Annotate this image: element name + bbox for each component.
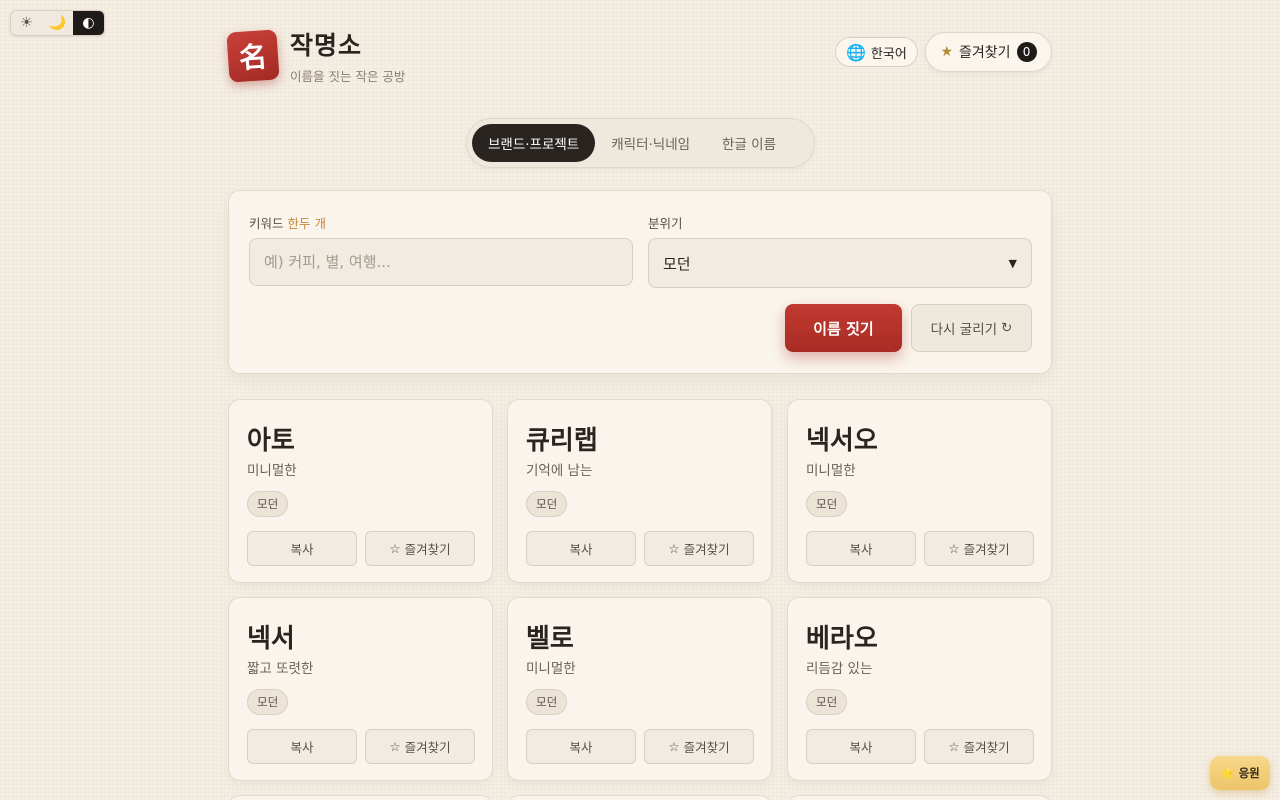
support-button[interactable]: ⭐ 응원 <box>1210 756 1270 790</box>
card-tag: 모던 <box>526 689 568 715</box>
card-description: 미니멀한 <box>247 463 297 479</box>
tab-character-nickname[interactable]: 캐릭터·닉네임 <box>595 124 706 162</box>
brand: 名 작명소 이름을 짓는 작은 공방 <box>226 26 406 85</box>
language-button[interactable]: 🌐 한국어 <box>835 37 918 67</box>
contrast-icon: ◐ <box>82 15 95 31</box>
theme-dark-button[interactable]: 🌙 <box>42 11 73 35</box>
card-description: 미니멀한 <box>806 463 856 479</box>
card-tag: 모던 <box>247 689 289 715</box>
star-outline-icon: ☆ <box>389 739 401 754</box>
card-description: 미니멀한 <box>526 661 576 677</box>
support-label: 응원 <box>1238 766 1260 780</box>
generator-panel: 키워드 한두 개 분위기 모던 ▼ 이름 짓기 다시 굴리기 ↻ <box>228 190 1052 374</box>
name-card: 아토 미니멀한 모던 복사 ☆ 즐겨찾기 <box>228 399 493 583</box>
star-outline-icon: ☆ <box>668 541 680 556</box>
refresh-icon: ↻ <box>1001 320 1013 336</box>
tab-brand-project[interactable]: 브랜드·프로젝트 <box>472 124 596 162</box>
star-outline-icon: ☆ <box>948 541 960 556</box>
generate-button[interactable]: 이름 짓기 <box>785 304 902 352</box>
copy-button[interactable]: 복사 <box>247 531 357 566</box>
copy-button[interactable]: 복사 <box>526 729 636 764</box>
favorites-button[interactable]: ★ 즐겨찾기 0 <box>925 32 1052 72</box>
reroll-label: 다시 굴리기 <box>930 322 998 338</box>
card-name: 넥서 <box>247 624 295 654</box>
star-icon: ⭐ <box>1220 766 1235 780</box>
card-tag: 모던 <box>526 491 568 517</box>
card-tag: 모던 <box>806 491 848 517</box>
app-subtitle: 이름을 짓는 작은 공방 <box>290 69 406 84</box>
theme-light-button[interactable]: ☀ <box>11 11 42 35</box>
theme-auto-button[interactable]: ◐ <box>73 11 104 35</box>
theme-switcher: ☀ 🌙 ◐ <box>10 10 105 36</box>
language-label: 한국어 <box>870 46 907 62</box>
card-description: 리듬감 있는 <box>806 661 873 677</box>
mood-select[interactable]: 모던 ▼ <box>648 238 1032 288</box>
name-card: 넥서오 미니멀한 모던 복사 ☆ 즐겨찾기 <box>787 399 1052 583</box>
star-outline-icon: ☆ <box>668 739 680 754</box>
copy-button[interactable]: 복사 <box>526 531 636 566</box>
card-name: 아토 <box>247 426 295 456</box>
copy-button[interactable]: 복사 <box>247 729 357 764</box>
name-card: 베라오 리듬감 있는 모던 복사 ☆ 즐겨찾기 <box>787 597 1052 781</box>
favorite-button[interactable]: ☆ 즐겨찾기 <box>365 531 475 566</box>
card-description: 기억에 남는 <box>526 463 593 479</box>
moon-icon: 🌙 <box>48 15 67 31</box>
card-tag: 모던 <box>247 491 289 517</box>
copy-button[interactable]: 복사 <box>806 531 916 566</box>
app-title: 작명소 <box>290 31 363 60</box>
globe-icon: 🌐 <box>846 42 866 62</box>
favorites-label: 즐겨찾기 <box>959 45 1011 61</box>
mood-label: 분위기 <box>648 216 683 231</box>
card-name: 베라오 <box>806 624 878 654</box>
name-card-partial <box>507 795 772 800</box>
chevron-down-icon: ▼ <box>1008 256 1017 270</box>
star-outline-icon: ☆ <box>948 739 960 754</box>
tab-korean-name[interactable]: 한글 이름 <box>706 124 792 162</box>
reroll-button[interactable]: 다시 굴리기 ↻ <box>911 304 1032 352</box>
name-card: 넥서 짧고 또렷한 모던 복사 ☆ 즐겨찾기 <box>228 597 493 781</box>
card-name: 큐리랩 <box>526 426 598 456</box>
copy-button[interactable]: 복사 <box>806 729 916 764</box>
name-card: 벨로 미니멀한 모던 복사 ☆ 즐겨찾기 <box>507 597 772 781</box>
star-icon: ★ <box>940 44 954 60</box>
favorite-button[interactable]: ☆ 즐겨찾기 <box>644 531 754 566</box>
favorite-button[interactable]: ☆ 즐겨찾기 <box>924 729 1034 764</box>
favorite-button[interactable]: ☆ 즐겨찾기 <box>644 729 754 764</box>
favorites-count-badge: 0 <box>1016 42 1037 62</box>
star-outline-icon: ☆ <box>389 541 401 556</box>
card-name: 벨로 <box>526 624 574 654</box>
name-card-partial <box>787 795 1052 800</box>
keyword-hint: 한두 개 <box>287 216 326 231</box>
favorite-button[interactable]: ☆ 즐겨찾기 <box>924 531 1034 566</box>
sun-icon: ☀ <box>20 15 33 31</box>
logo-icon: 名 <box>226 28 280 83</box>
card-tag: 모던 <box>806 689 848 715</box>
name-card: 큐리랩 기억에 남는 모던 복사 ☆ 즐겨찾기 <box>507 399 772 583</box>
mood-value: 모던 <box>663 254 691 273</box>
name-card-partial <box>228 795 493 800</box>
favorite-button[interactable]: ☆ 즐겨찾기 <box>365 729 475 764</box>
keyword-input[interactable] <box>249 238 633 286</box>
category-tabs: 브랜드·프로젝트 캐릭터·닉네임 한글 이름 <box>466 118 815 168</box>
card-description: 짧고 또렷한 <box>247 661 314 677</box>
card-name: 넥서오 <box>806 426 878 456</box>
keyword-label: 키워드 한두 개 <box>249 216 326 231</box>
